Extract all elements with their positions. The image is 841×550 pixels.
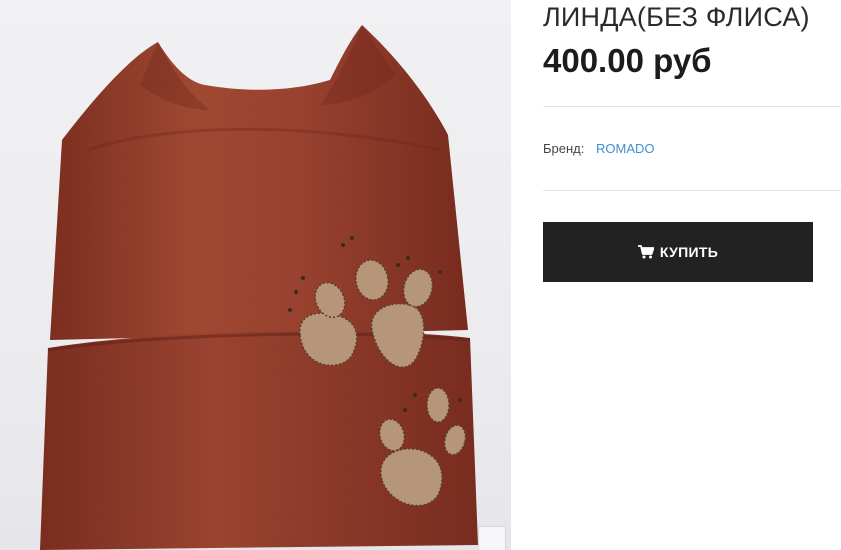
divider-top: [543, 106, 841, 107]
product-page: ЛИНДА(БЕЗ ФЛИСА) 400.00 руб Бренд: ROMAD…: [0, 0, 841, 550]
product-title: ЛИНДА(БЕЗ ФЛИСА): [543, 2, 810, 32]
product-image[interactable]: [0, 0, 511, 550]
cart-icon: [637, 245, 654, 259]
hat-photo-icon: [40, 25, 478, 550]
brand-link[interactable]: ROMADO: [596, 141, 655, 156]
brand-label: Бренд:: [543, 141, 585, 156]
brand-row: Бренд: ROMADO: [543, 140, 655, 158]
buy-button[interactable]: КУПИТЬ: [543, 222, 813, 282]
divider-bottom: [543, 190, 841, 191]
buy-button-label: КУПИТЬ: [659, 244, 719, 260]
zoom-handle-icon[interactable]: [478, 526, 506, 550]
product-info-panel: ЛИНДА(БЕЗ ФЛИСА) 400.00 руб Бренд: ROMAD…: [543, 0, 841, 550]
product-price: 400.00 руб: [543, 42, 712, 79]
